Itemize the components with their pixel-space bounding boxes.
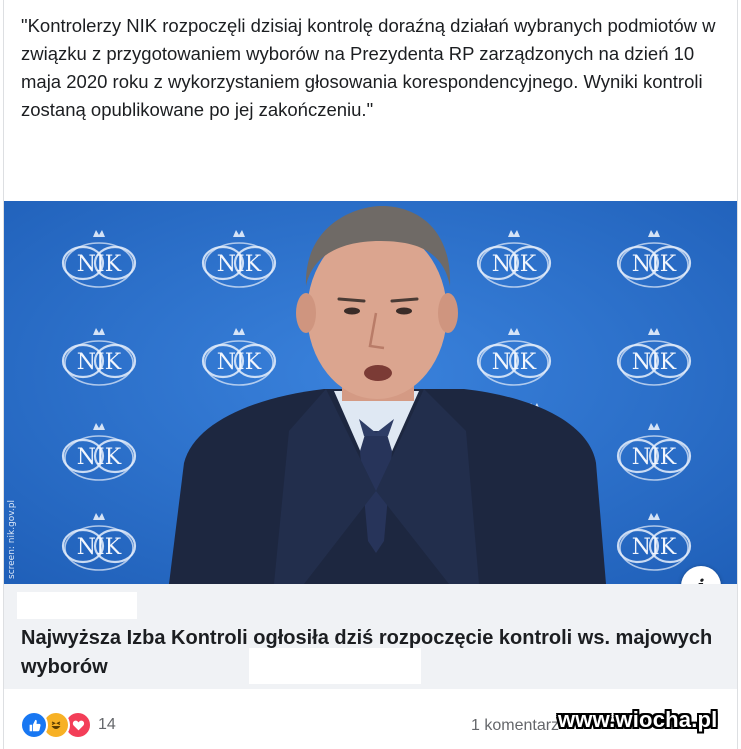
comments-count-link[interactable]: 1 komentarz bbox=[471, 717, 559, 735]
nik-logo-text: NIK bbox=[632, 252, 677, 277]
video-frame-illustration: NIK NIK NIK NIK NIK NIK NIK NIK NIK NIK … bbox=[4, 201, 737, 584]
nik-logo-text: NIK bbox=[632, 350, 677, 375]
nik-logo-text: NIK bbox=[492, 252, 537, 277]
link-preview[interactable]: Najwyższa Izba Kontroli ogłosiła dziś ro… bbox=[4, 584, 737, 689]
nik-logo-text: NIK bbox=[77, 535, 122, 560]
nik-logo-text: NIK bbox=[77, 350, 122, 375]
nik-logo-text: NIK bbox=[492, 350, 537, 375]
reaction-count: 14 bbox=[98, 716, 116, 733]
reactions-summary[interactable]: 14 bbox=[20, 711, 116, 739]
nik-logo-text: NIK bbox=[632, 445, 677, 470]
image-credit: screen: nik.gov.pl bbox=[7, 500, 17, 579]
redacted-title-fragment bbox=[249, 648, 421, 684]
like-icon bbox=[20, 711, 48, 739]
post-image[interactable]: NIK NIK NIK NIK NIK NIK NIK NIK NIK NIK … bbox=[4, 201, 737, 584]
nik-logo-text: NIK bbox=[77, 445, 122, 470]
nik-logo-text: NIK bbox=[217, 252, 262, 277]
nik-logo-text: NIK bbox=[77, 252, 122, 277]
post-text: "Kontrolerzy NIK rozpoczęli dzisiaj kont… bbox=[21, 15, 721, 120]
redacted-link-domain bbox=[17, 592, 137, 619]
nik-logo-text: NIK bbox=[632, 535, 677, 560]
nik-logo-text: NIK bbox=[217, 350, 262, 375]
watermark: www.wiocha.pl bbox=[558, 707, 718, 732]
card-border-right bbox=[737, 0, 738, 749]
